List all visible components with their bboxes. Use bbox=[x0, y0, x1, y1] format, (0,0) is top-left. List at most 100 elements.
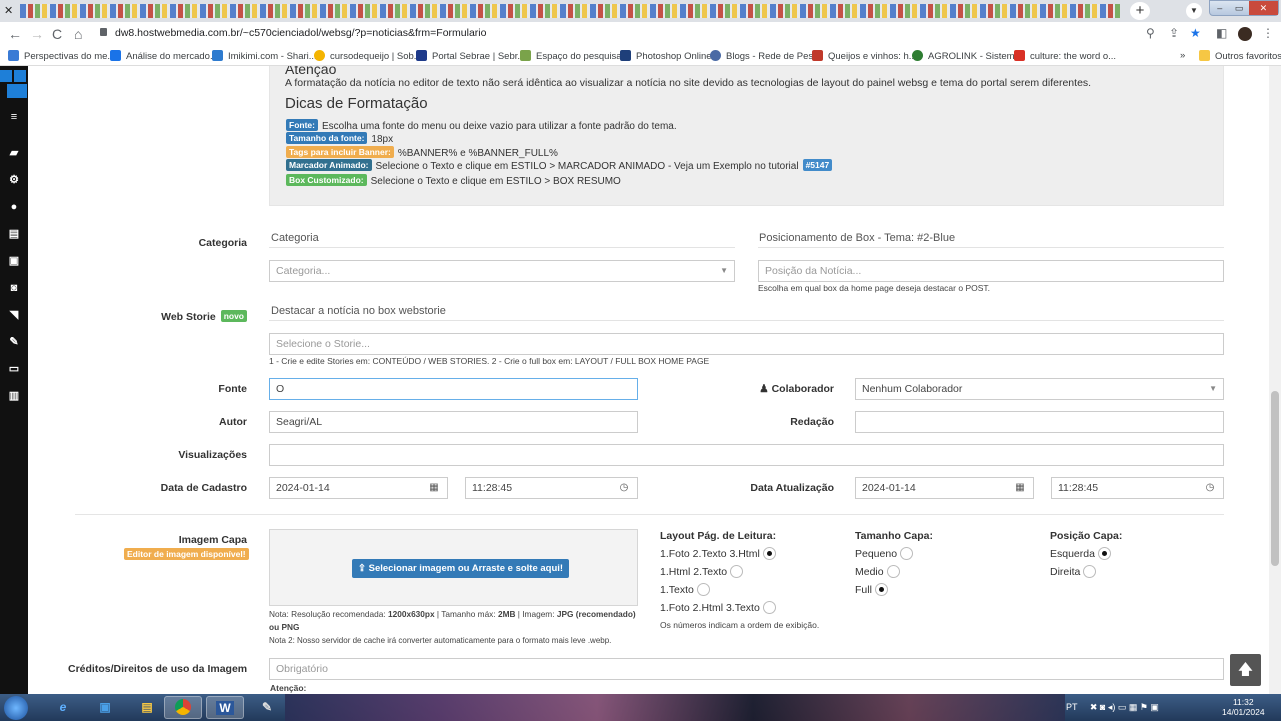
home-icon[interactable]: ⌂ bbox=[74, 26, 82, 42]
share-icon[interactable]: ⇪ bbox=[1169, 26, 1179, 40]
clock-icon[interactable]: ◷ bbox=[1197, 478, 1223, 498]
bookmark-item[interactable]: culture: the word o... bbox=[1014, 50, 1116, 62]
user-icon: ♟ bbox=[759, 383, 769, 395]
tamanho-option[interactable]: Pequeno bbox=[855, 547, 914, 560]
posicao-option[interactable]: Esquerda bbox=[1050, 547, 1111, 560]
tab-search-icon[interactable]: ▼ bbox=[1186, 3, 1202, 19]
calendar-icon[interactable]: ▦ bbox=[421, 478, 447, 498]
autor-input[interactable]: Seagri/AL bbox=[269, 411, 638, 433]
paint-icon[interactable]: ✎ bbox=[248, 696, 286, 719]
page-scrollbar[interactable] bbox=[1269, 66, 1281, 694]
media-player-icon[interactable]: ▣ bbox=[86, 696, 124, 719]
autor-label: Autor bbox=[219, 416, 247, 428]
other-bookmarks-folder[interactable]: Outros favoritos bbox=[1199, 50, 1281, 62]
tutorial-link-badge[interactable]: #5147 bbox=[802, 159, 833, 171]
box-position-select[interactable]: Posição da Notícia... bbox=[758, 260, 1224, 282]
reload-icon[interactable]: C bbox=[52, 26, 62, 42]
data-atualizacao-time[interactable]: 11:28:45 ◷ bbox=[1051, 477, 1224, 499]
image-dropzone[interactable]: ⇪ Selecionar imagem ou Arraste e solte a… bbox=[269, 529, 638, 606]
start-button[interactable] bbox=[4, 696, 28, 720]
bookmark-item[interactable]: AGROLINK - Sistem... bbox=[912, 50, 1023, 62]
radio-button[interactable] bbox=[900, 547, 914, 560]
radio-button[interactable] bbox=[696, 583, 710, 596]
bookmark-item[interactable]: Análise do mercado... bbox=[110, 50, 218, 62]
rss-icon[interactable]: ◥ bbox=[6, 307, 22, 323]
tamanho-option[interactable]: Full bbox=[855, 583, 888, 596]
data-cadastro-time[interactable]: 11:28:45 ◷ bbox=[465, 477, 638, 499]
data-atualizacao-date[interactable]: 2024-01-14 ▦ bbox=[855, 477, 1034, 499]
internet-explorer-icon[interactable]: e bbox=[44, 696, 82, 719]
layout-option[interactable]: 1.Foto 2.Texto 3.Html bbox=[660, 547, 776, 560]
creditos-input[interactable]: Obrigatório bbox=[269, 658, 1224, 680]
close-window-button[interactable]: ✕ bbox=[1248, 1, 1278, 15]
profile-avatar[interactable] bbox=[1238, 27, 1252, 41]
menu-kebab-icon[interactable]: ⋮ bbox=[1262, 26, 1274, 40]
bookmark-item[interactable]: Queijos e vinhos: h... bbox=[812, 50, 917, 62]
categoria-select[interactable]: Categoria... ▼ bbox=[269, 260, 735, 282]
fonte-input[interactable]: O bbox=[269, 378, 638, 400]
radio-button[interactable] bbox=[762, 601, 776, 614]
bookmark-star-icon[interactable]: ★ bbox=[1190, 26, 1201, 40]
document-icon[interactable]: ▤ bbox=[6, 226, 22, 242]
tamanho-option[interactable]: Medio bbox=[855, 565, 900, 578]
browser-tab-strip: ✕ + ▼ – ▭ ✕ bbox=[0, 0, 1281, 22]
word-icon[interactable]: W bbox=[206, 696, 244, 719]
language-indicator[interactable]: PT bbox=[1066, 702, 1077, 712]
bookmark-item[interactable]: Portal Sebrae | Sebr... bbox=[416, 50, 525, 62]
redacao-input[interactable] bbox=[855, 411, 1224, 433]
camera-icon[interactable]: ◙ bbox=[6, 280, 22, 296]
radio-button[interactable] bbox=[886, 565, 900, 578]
gears-icon[interactable]: ⚙ bbox=[6, 172, 22, 188]
scrollbar-thumb[interactable] bbox=[1271, 391, 1279, 566]
bookmark-item[interactable]: cursodequeijo | Sob... bbox=[314, 50, 422, 62]
radio-button[interactable] bbox=[874, 583, 888, 596]
back-to-top-button[interactable]: 🡅 bbox=[1230, 654, 1261, 686]
bookmark-item[interactable]: Imikimi.com - Shari... bbox=[212, 50, 317, 62]
side-panel-icon[interactable]: ◧ bbox=[1216, 26, 1227, 40]
bookmark-item[interactable]: Perspectivas do me... bbox=[8, 50, 115, 62]
layout-option[interactable]: 1.Html 2.Texto bbox=[660, 565, 744, 578]
maximize-button[interactable]: ▭ bbox=[1229, 1, 1248, 15]
forward-arrow-icon[interactable]: → bbox=[30, 26, 44, 42]
radio-button[interactable] bbox=[1097, 547, 1111, 560]
url-field[interactable]: dw8.hostwebmedia.com.br/~c570cienciadol/… bbox=[100, 27, 486, 39]
lock-icon[interactable]: ▰ bbox=[6, 145, 22, 161]
tip-row: Marcador Animado: Selecione o Texto e cli… bbox=[286, 159, 836, 172]
logo[interactable] bbox=[0, 70, 28, 100]
chrome-icon[interactable] bbox=[164, 696, 202, 719]
visualizacoes-input[interactable] bbox=[269, 444, 1224, 466]
wrench-icon[interactable]: ✎ bbox=[6, 334, 22, 350]
radio-button[interactable] bbox=[730, 565, 744, 578]
select-image-button[interactable]: ⇪ Selecionar imagem ou Arraste e solte a… bbox=[352, 559, 570, 578]
layout-option[interactable]: 1.Foto 2.Html 3.Texto bbox=[660, 601, 776, 614]
minimize-button[interactable]: – bbox=[1210, 1, 1229, 15]
radio-button[interactable] bbox=[1083, 565, 1097, 578]
pinned-tab-favicons[interactable] bbox=[20, 4, 1120, 18]
bar-chart-icon[interactable]: ▥ bbox=[6, 388, 22, 404]
credit-card-icon[interactable]: ▭ bbox=[6, 361, 22, 377]
colaborador-select[interactable]: Nenhum Colaborador ▼ bbox=[855, 378, 1224, 400]
file-explorer-icon[interactable]: ▤ bbox=[128, 696, 166, 719]
data-cadastro-date[interactable]: 2024-01-14 ▦ bbox=[269, 477, 448, 499]
calendar-icon[interactable]: ▦ bbox=[1007, 478, 1033, 498]
gift-icon[interactable]: ▣ bbox=[6, 253, 22, 269]
zoom-icon[interactable]: ⚲ bbox=[1146, 26, 1155, 40]
webstorie-select[interactable]: Selecione o Storie... bbox=[269, 333, 1224, 355]
bookmark-item[interactable]: Photoshop Online bbox=[620, 50, 712, 62]
bookmarks-overflow-button[interactable]: » bbox=[1180, 50, 1185, 61]
bookmark-item[interactable]: Espaço do pesquisa... bbox=[520, 50, 629, 62]
tray-icons[interactable]: ✖ ◙ ◂) ▭ ▦ ⚑ ▣ bbox=[1090, 702, 1159, 712]
menu-icon[interactable]: ≡ bbox=[6, 109, 22, 125]
new-tab-button[interactable]: + bbox=[1130, 2, 1150, 20]
alert-icon[interactable]: ● bbox=[6, 199, 22, 215]
back-arrow-icon[interactable]: ← bbox=[8, 26, 22, 42]
system-clock[interactable]: 11:32 14/01/2024 bbox=[1222, 697, 1265, 717]
lock-icon bbox=[100, 28, 107, 36]
posicao-option[interactable]: Direita bbox=[1050, 565, 1097, 578]
bookmark-item[interactable]: Blogs - Rede de Pes... bbox=[710, 50, 821, 62]
radio-button[interactable] bbox=[762, 547, 776, 560]
tab-close-icon[interactable]: ✕ bbox=[4, 3, 18, 19]
bookmark-favicon-icon bbox=[710, 50, 721, 61]
clock-icon[interactable]: ◷ bbox=[611, 478, 637, 498]
layout-option[interactable]: 1.Texto bbox=[660, 583, 710, 596]
